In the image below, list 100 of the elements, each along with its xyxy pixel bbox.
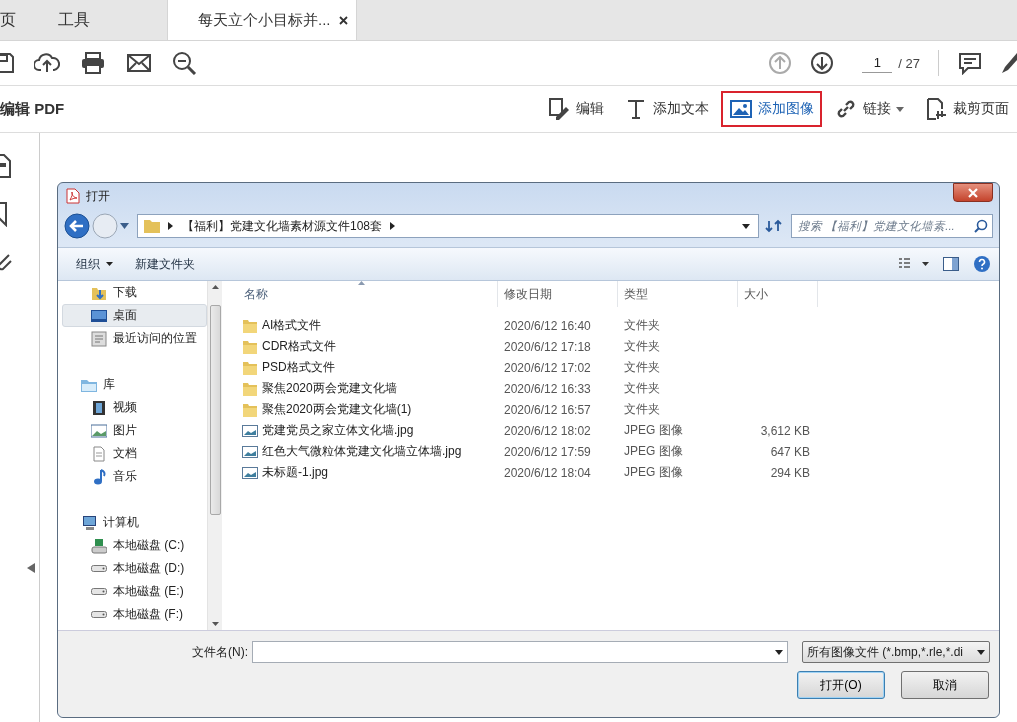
table-cell: 647 KB	[770, 444, 810, 459]
file-name[interactable]: PSD格式文件	[262, 359, 335, 376]
pages-icon[interactable]	[0, 153, 12, 179]
folder-icon	[242, 317, 258, 334]
sort-arrow-icon	[358, 281, 365, 285]
nav-item[interactable]: 本地磁盘 (F:)	[62, 603, 207, 626]
print-icon[interactable]	[80, 51, 106, 75]
table-cell: 2020/6/12 16:57	[504, 402, 591, 417]
pen-icon[interactable]	[1001, 51, 1017, 75]
toolbar-button[interactable]: 新建文件夹	[131, 253, 199, 275]
toolbar-button[interactable]: 组织	[72, 253, 117, 275]
dialog-button[interactable]: 打开(O)	[797, 671, 885, 699]
search-icon[interactable]	[172, 51, 198, 75]
preview-pane-icon[interactable]	[943, 257, 959, 271]
scroll-down-icon[interactable]	[211, 622, 219, 626]
table-cell: 3,612 KB	[760, 423, 810, 438]
edit-icon	[547, 97, 571, 121]
collapse-arrow-icon[interactable]	[27, 563, 35, 573]
search-field[interactable]: 搜索 【福利】党建文化墙素...	[791, 214, 993, 238]
mail-icon[interactable]	[126, 51, 152, 75]
chevron-icon	[168, 222, 174, 230]
search-icon	[974, 219, 988, 233]
nav-item[interactable]: 文档	[62, 442, 207, 465]
table-cell: 294 KB	[770, 465, 810, 480]
nav-item[interactable]: 本地磁盘 (D:)	[62, 557, 207, 580]
folder-icon	[242, 401, 258, 418]
music-note-icon	[91, 468, 107, 485]
table-cell: JPEG 图像	[624, 465, 683, 479]
tool-button[interactable]: 编辑	[539, 91, 612, 127]
file-name[interactable]: 聚焦2020两会党建文化墙(1)	[262, 401, 412, 418]
field-label: 文件名(N):	[192, 643, 248, 661]
drive-icon	[91, 611, 107, 618]
desktop-icon	[91, 307, 107, 324]
nav-item[interactable]: 本地磁盘 (C:)	[62, 534, 207, 557]
panel-title: 编辑 PDF	[0, 99, 65, 119]
file-name[interactable]: 未标题-1.jpg	[262, 464, 329, 481]
column-header[interactable]: 修改日期	[498, 281, 618, 307]
close-button[interactable]	[953, 183, 993, 202]
file-type-dropdown[interactable]: 所有图像文件 (*.bmp,*.rle,*.di	[802, 641, 990, 663]
scrollbar[interactable]	[207, 281, 222, 630]
nav-item[interactable]: 库	[62, 373, 207, 396]
dialog-button[interactable]: 取消	[901, 671, 989, 699]
nav-item[interactable]: 图片	[62, 419, 207, 442]
image-file-icon	[242, 464, 258, 481]
page-number-field[interactable]: 1	[862, 53, 893, 73]
page-total: / 27	[898, 55, 920, 71]
document-icon	[91, 445, 107, 462]
app-tab[interactable]: 工具	[58, 0, 112, 40]
table-cell: 文件夹	[624, 402, 660, 416]
nav-item[interactable]: 桌面	[62, 304, 207, 327]
folder-icon	[242, 380, 258, 397]
nav-item[interactable]: 视频	[62, 396, 207, 419]
help-icon[interactable]	[973, 255, 991, 273]
app-tab[interactable]: 每天立个小目标并...	[167, 0, 357, 40]
image-file-icon	[242, 422, 258, 439]
scroll-up-icon[interactable]	[211, 285, 219, 289]
upload-icon[interactable]	[34, 51, 60, 75]
system-drive-icon	[91, 537, 107, 554]
breadcrumb-item[interactable]: 【福利】党建文化墙素材源文件108套	[182, 217, 383, 235]
nav-item[interactable]: 音乐	[62, 465, 207, 488]
dropdown-caret-icon	[775, 649, 783, 655]
save-icon[interactable]	[0, 51, 14, 75]
file-name[interactable]: 聚焦2020两会党建文化墙	[262, 380, 397, 397]
computer-icon	[81, 514, 97, 531]
picture-icon	[91, 422, 107, 439]
address-bar[interactable]: 【福利】党建文化墙素材源文件108套	[137, 214, 759, 238]
nav-item[interactable]: 下载	[62, 281, 207, 304]
column-header[interactable]: 名称	[236, 281, 498, 307]
nav-item[interactable]: 本地磁盘 (E:)	[62, 580, 207, 603]
tool-button[interactable]: 添加文本	[616, 91, 717, 127]
dropdown-caret-icon[interactable]	[742, 223, 750, 229]
folder-icon	[242, 359, 258, 376]
tool-button[interactable]: 添加图像	[721, 91, 822, 127]
table-cell: 文件夹	[624, 381, 660, 395]
file-name-field[interactable]	[252, 641, 788, 663]
view-options-icon[interactable]	[899, 257, 929, 271]
drive-icon	[91, 588, 107, 595]
file-name[interactable]: 红色大气微粒体党建文化墙立体墙.jpg	[262, 443, 462, 460]
chevron-icon[interactable]	[390, 222, 397, 230]
video-icon	[91, 399, 107, 416]
column-header[interactable]: 类型	[618, 281, 738, 307]
table-cell: JPEG 图像	[624, 444, 683, 458]
nav-item[interactable]: 最近访问的位置	[62, 327, 207, 350]
file-name[interactable]: CDR格式文件	[262, 338, 336, 355]
back-button-icon[interactable]	[64, 213, 90, 239]
table-cell: 2020/6/12 17:59	[504, 444, 591, 459]
tool-button[interactable]: 裁剪页面	[916, 91, 1017, 127]
scroll-thumb[interactable]	[209, 305, 221, 515]
nav-item[interactable]: 计算机	[62, 511, 207, 534]
close-icon[interactable]	[339, 15, 348, 25]
app-tab[interactable]: 页	[0, 0, 38, 40]
column-header[interactable]: 大小	[738, 281, 818, 307]
file-name[interactable]: 党建党员之家立体文化墙.jpg	[262, 422, 414, 439]
comment-icon[interactable]	[957, 51, 983, 75]
file-name[interactable]: AI格式文件	[262, 317, 322, 334]
drive-icon	[91, 565, 107, 572]
table-cell: 2020/6/12 18:04	[504, 465, 591, 480]
history-caret-icon[interactable]	[120, 223, 129, 229]
tool-button[interactable]: 链接	[826, 91, 912, 127]
table-cell: 文件夹	[624, 318, 660, 332]
